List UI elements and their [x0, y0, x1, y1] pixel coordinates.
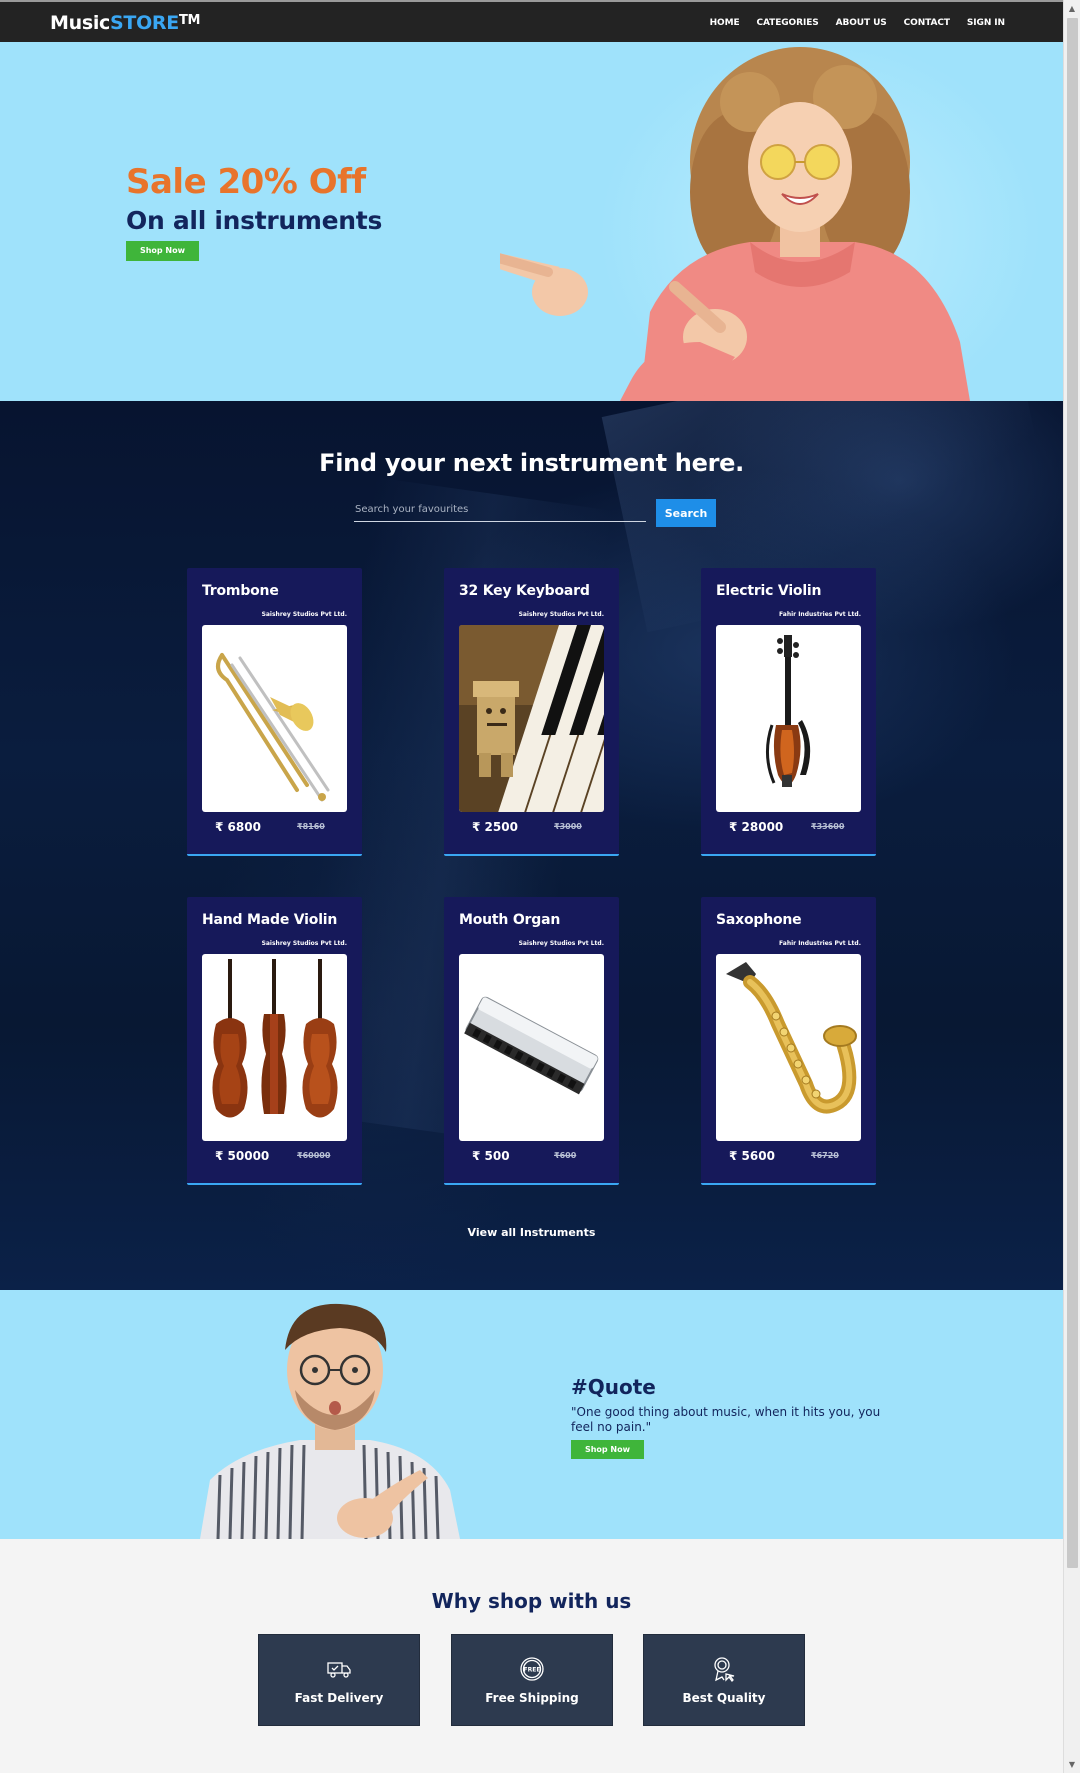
award-icon [644, 1655, 804, 1683]
scroll-up-icon[interactable]: ▲ [1064, 0, 1080, 17]
hero-woman-image [500, 47, 970, 401]
hero-title: Sale 20% Off [126, 162, 366, 202]
product-name: Hand Made Violin [202, 912, 338, 928]
search-heading: Find your next instrument here. [319, 449, 744, 477]
product-card-trombone[interactable]: Trombone Saishrey Studios Pvt Ltd. ₹ 680… [187, 568, 362, 856]
product-name: Trombone [202, 583, 279, 599]
view-all-link[interactable]: View all Instruments [0, 1226, 1063, 1239]
product-image-saxophone[interactable] [716, 954, 861, 1141]
hero-banner: Sale 20% Off On all instruments Shop Now [0, 42, 1063, 401]
quote-shop-now-button[interactable]: Shop Now [571, 1440, 644, 1459]
product-name: 32 Key Keyboard [459, 583, 590, 599]
product-vendor: Saishrey Studios Pvt Ltd. [261, 940, 347, 947]
product-name: Electric Violin [716, 583, 822, 599]
product-name: Mouth Organ [459, 912, 561, 928]
truck-icon [259, 1655, 419, 1683]
page: MusicSTORETM HOME CATEGORIES ABOUT US CO… [0, 0, 1063, 1773]
quote-text: "One good thing about music, when it hit… [571, 1405, 881, 1434]
product-old-price: ₹600 [554, 1151, 577, 1160]
product-name: Saxophone [716, 912, 802, 928]
feature-fast-delivery[interactable]: Fast Delivery [258, 1634, 420, 1726]
search-button[interactable]: Search [656, 499, 716, 527]
nav-categories[interactable]: CATEGORIES [757, 18, 819, 28]
electric-violin-illustration [766, 635, 811, 787]
scroll-down-icon[interactable]: ▼ [1064, 1756, 1080, 1773]
search-input[interactable] [354, 498, 646, 522]
feature-free-shipping[interactable]: FREE Free Shipping [451, 1634, 613, 1726]
hero-subtitle: On all instruments [126, 206, 383, 235]
saxophone-illustration [726, 962, 857, 1114]
scrollbar-thumb[interactable] [1067, 18, 1078, 1568]
product-old-price: ₹8160 [297, 822, 325, 831]
nav-contact[interactable]: CONTACT [904, 18, 950, 28]
product-old-price: ₹33600 [811, 822, 845, 831]
brand-trademark: TM [178, 13, 201, 28]
nav-home[interactable]: HOME [710, 18, 740, 28]
brand-accent: STORE [110, 12, 179, 34]
product-section: Find your next instrument here. Search T… [0, 401, 1063, 1290]
quote-man-image [200, 1303, 460, 1539]
free-badge-icon: FREE [452, 1655, 612, 1683]
navbar: MusicSTORETM HOME CATEGORIES ABOUT US CO… [0, 0, 1063, 42]
page-scrollbar[interactable]: ▲ ▼ [1063, 0, 1080, 1773]
product-card-saxophone[interactable]: Saxophone Fahir Industries Pvt Ltd. ₹ 56… [701, 897, 876, 1185]
product-price: ₹ 500 [472, 1149, 510, 1163]
product-vendor: Fahir Industries Pvt Ltd. [779, 940, 861, 947]
harmonica-illustration [464, 996, 599, 1095]
product-vendor: Saishrey Studios Pvt Ltd. [518, 611, 604, 618]
product-price: ₹ 6800 [215, 820, 261, 834]
feature-label: Free Shipping [485, 1691, 579, 1705]
svg-text:FREE: FREE [524, 1667, 541, 1674]
brand-logo[interactable]: MusicSTORETM [50, 12, 200, 34]
product-old-price: ₹6720 [811, 1151, 839, 1160]
hero-shop-now-button[interactable]: Shop Now [126, 241, 199, 261]
product-image-mouth-organ[interactable] [459, 954, 604, 1141]
product-price: ₹ 50000 [215, 1149, 270, 1163]
why-title: Why shop with us [431, 1589, 632, 1613]
product-price: ₹ 2500 [472, 820, 518, 834]
product-card-keyboard[interactable]: 32 Key Keyboard Saishrey Studios Pvt Ltd… [444, 568, 619, 856]
product-image-trombone[interactable] [202, 625, 347, 812]
feature-best-quality[interactable]: Best Quality [643, 1634, 805, 1726]
product-card-electric-violin[interactable]: Electric Violin Fahir Industries Pvt Ltd… [701, 568, 876, 856]
nav-menu: HOME CATEGORIES ABOUT US CONTACT SIGN IN [710, 18, 1005, 28]
trombone-illustration [216, 653, 330, 802]
keyboard-illustration [459, 625, 604, 812]
product-card-hand-made-violin[interactable]: Hand Made Violin Saishrey Studios Pvt Lt… [187, 897, 362, 1185]
product-image-keyboard[interactable] [459, 625, 604, 812]
product-price: ₹ 28000 [729, 820, 784, 834]
quote-section: #Quote "One good thing about music, when… [0, 1290, 1063, 1539]
feature-label: Fast Delivery [294, 1691, 384, 1705]
product-image-electric-violin[interactable] [716, 625, 861, 812]
product-card-mouth-organ[interactable]: Mouth Organ Saishrey Studios Pvt Ltd. ₹ … [444, 897, 619, 1185]
brand-main: Music [50, 12, 111, 34]
quote-title: #Quote [571, 1375, 656, 1399]
product-vendor: Saishrey Studios Pvt Ltd. [518, 940, 604, 947]
violins-illustration [212, 959, 338, 1118]
product-vendor: Saishrey Studios Pvt Ltd. [261, 611, 347, 618]
nav-about-us[interactable]: ABOUT US [836, 18, 887, 28]
product-old-price: ₹60000 [297, 1151, 331, 1160]
product-vendor: Fahir Industries Pvt Ltd. [779, 611, 861, 618]
product-image-hand-made-violin[interactable] [202, 954, 347, 1141]
product-price: ₹ 5600 [729, 1149, 775, 1163]
product-old-price: ₹3000 [554, 822, 582, 831]
why-section: Why shop with us Fast Delivery FREE Free… [0, 1539, 1063, 1773]
feature-label: Best Quality [682, 1691, 766, 1705]
nav-sign-in[interactable]: SIGN IN [967, 18, 1005, 28]
